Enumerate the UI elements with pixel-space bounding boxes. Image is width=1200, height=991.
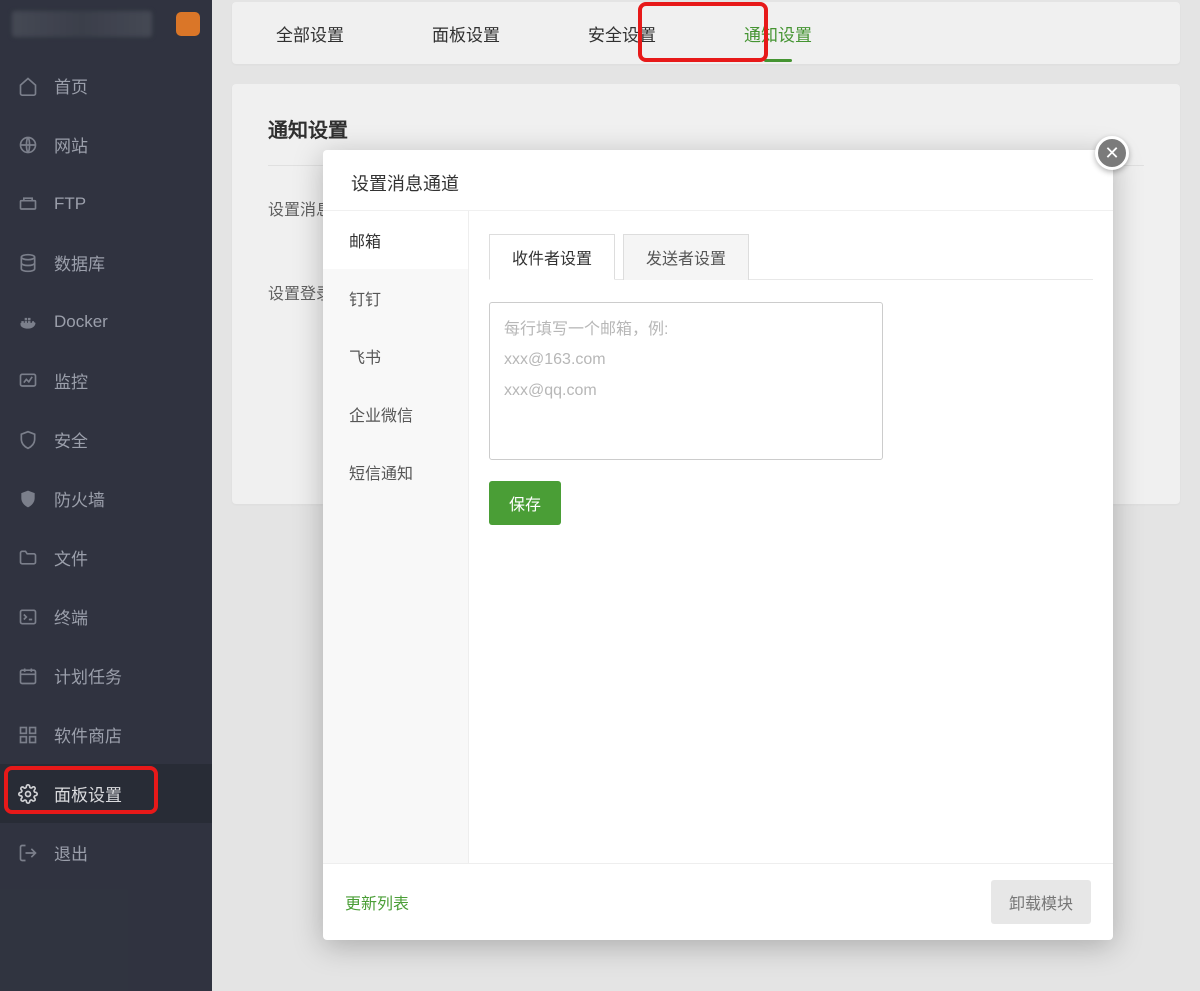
message-channel-modal: ✕ 设置消息通道 邮箱 钉钉 飞书 企业微信 短信通知 收件者设置 发送者设置 …	[323, 150, 1113, 940]
channel-wecom[interactable]: 企业微信	[323, 385, 468, 443]
modal-title: 设置消息通道	[323, 150, 1113, 211]
uninstall-button[interactable]: 卸载模块	[991, 880, 1091, 924]
modal-content: 收件者设置 发送者设置 保存	[469, 211, 1113, 863]
subtab-sender[interactable]: 发送者设置	[623, 234, 749, 280]
modal-footer: 更新列表 卸载模块	[323, 863, 1113, 940]
refresh-list-link[interactable]: 更新列表	[345, 890, 409, 914]
recipient-emails-input[interactable]	[489, 302, 883, 460]
channel-email[interactable]: 邮箱	[323, 211, 468, 269]
modal-body: 邮箱 钉钉 飞书 企业微信 短信通知 收件者设置 发送者设置 保存	[323, 211, 1113, 863]
channel-dingtalk[interactable]: 钉钉	[323, 269, 468, 327]
modal-sidebar: 邮箱 钉钉 飞书 企业微信 短信通知	[323, 211, 469, 863]
save-button[interactable]: 保存	[489, 481, 561, 525]
channel-sms[interactable]: 短信通知	[323, 443, 468, 501]
sub-tabs: 收件者设置 发送者设置	[489, 233, 1093, 280]
close-button[interactable]: ✕	[1095, 136, 1129, 170]
channel-feishu[interactable]: 飞书	[323, 327, 468, 385]
subtab-recipient[interactable]: 收件者设置	[489, 234, 615, 280]
close-icon: ✕	[1104, 143, 1119, 164]
